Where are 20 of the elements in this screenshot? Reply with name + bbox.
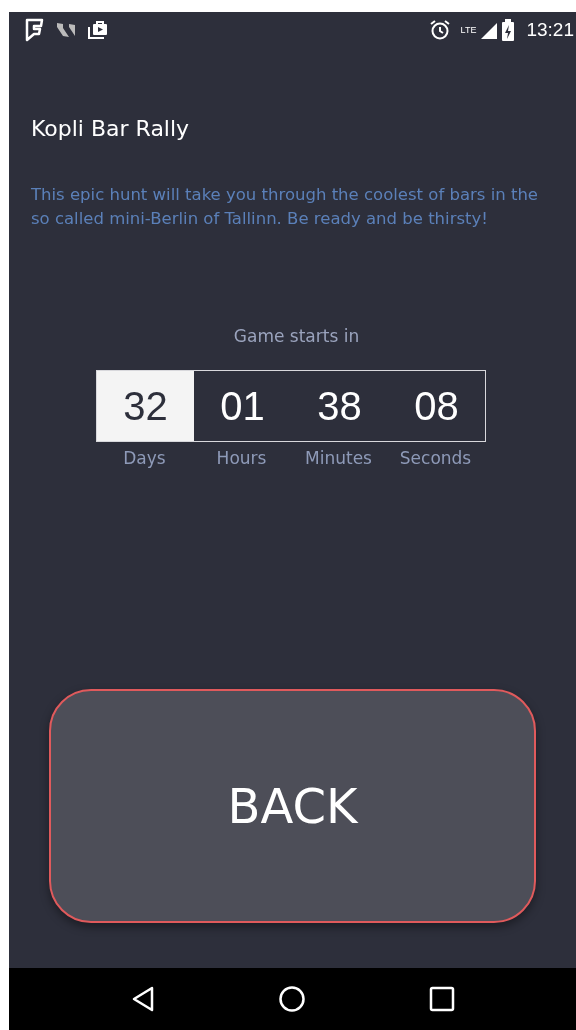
back-button[interactable]: BACK [49, 689, 536, 923]
rally-description: This epic hunt will take you through the coolest of bars in the so called mini-Berlin of Tallinn. Be ready and be thirsty! [31, 184, 539, 230]
recents-icon[interactable] [428, 986, 455, 1012]
network-type: LTE [460, 25, 477, 35]
flag-icon [25, 18, 45, 42]
countdown-value: 38 [316, 382, 363, 430]
video-stack-icon [87, 19, 109, 41]
countdown-value: 01 [219, 382, 266, 430]
countdown-unit-label: Minutes [304, 448, 373, 468]
rally-title: Kopli Bar Rally [31, 116, 191, 141]
clock-time: 13:21 [526, 19, 574, 41]
countdown-value: 32 [97, 371, 194, 441]
countdown-value: 08 [413, 382, 460, 430]
alarm-clock-icon [428, 19, 451, 41]
countdown-unit-label: Hours [215, 448, 268, 468]
countdown-unit-label: Seconds [398, 448, 473, 468]
countdown-caption: Game starts in [232, 326, 361, 346]
home-icon[interactable] [278, 985, 307, 1013]
battery-charging-icon [502, 19, 515, 41]
countdown-unit-label: Days [122, 448, 167, 468]
